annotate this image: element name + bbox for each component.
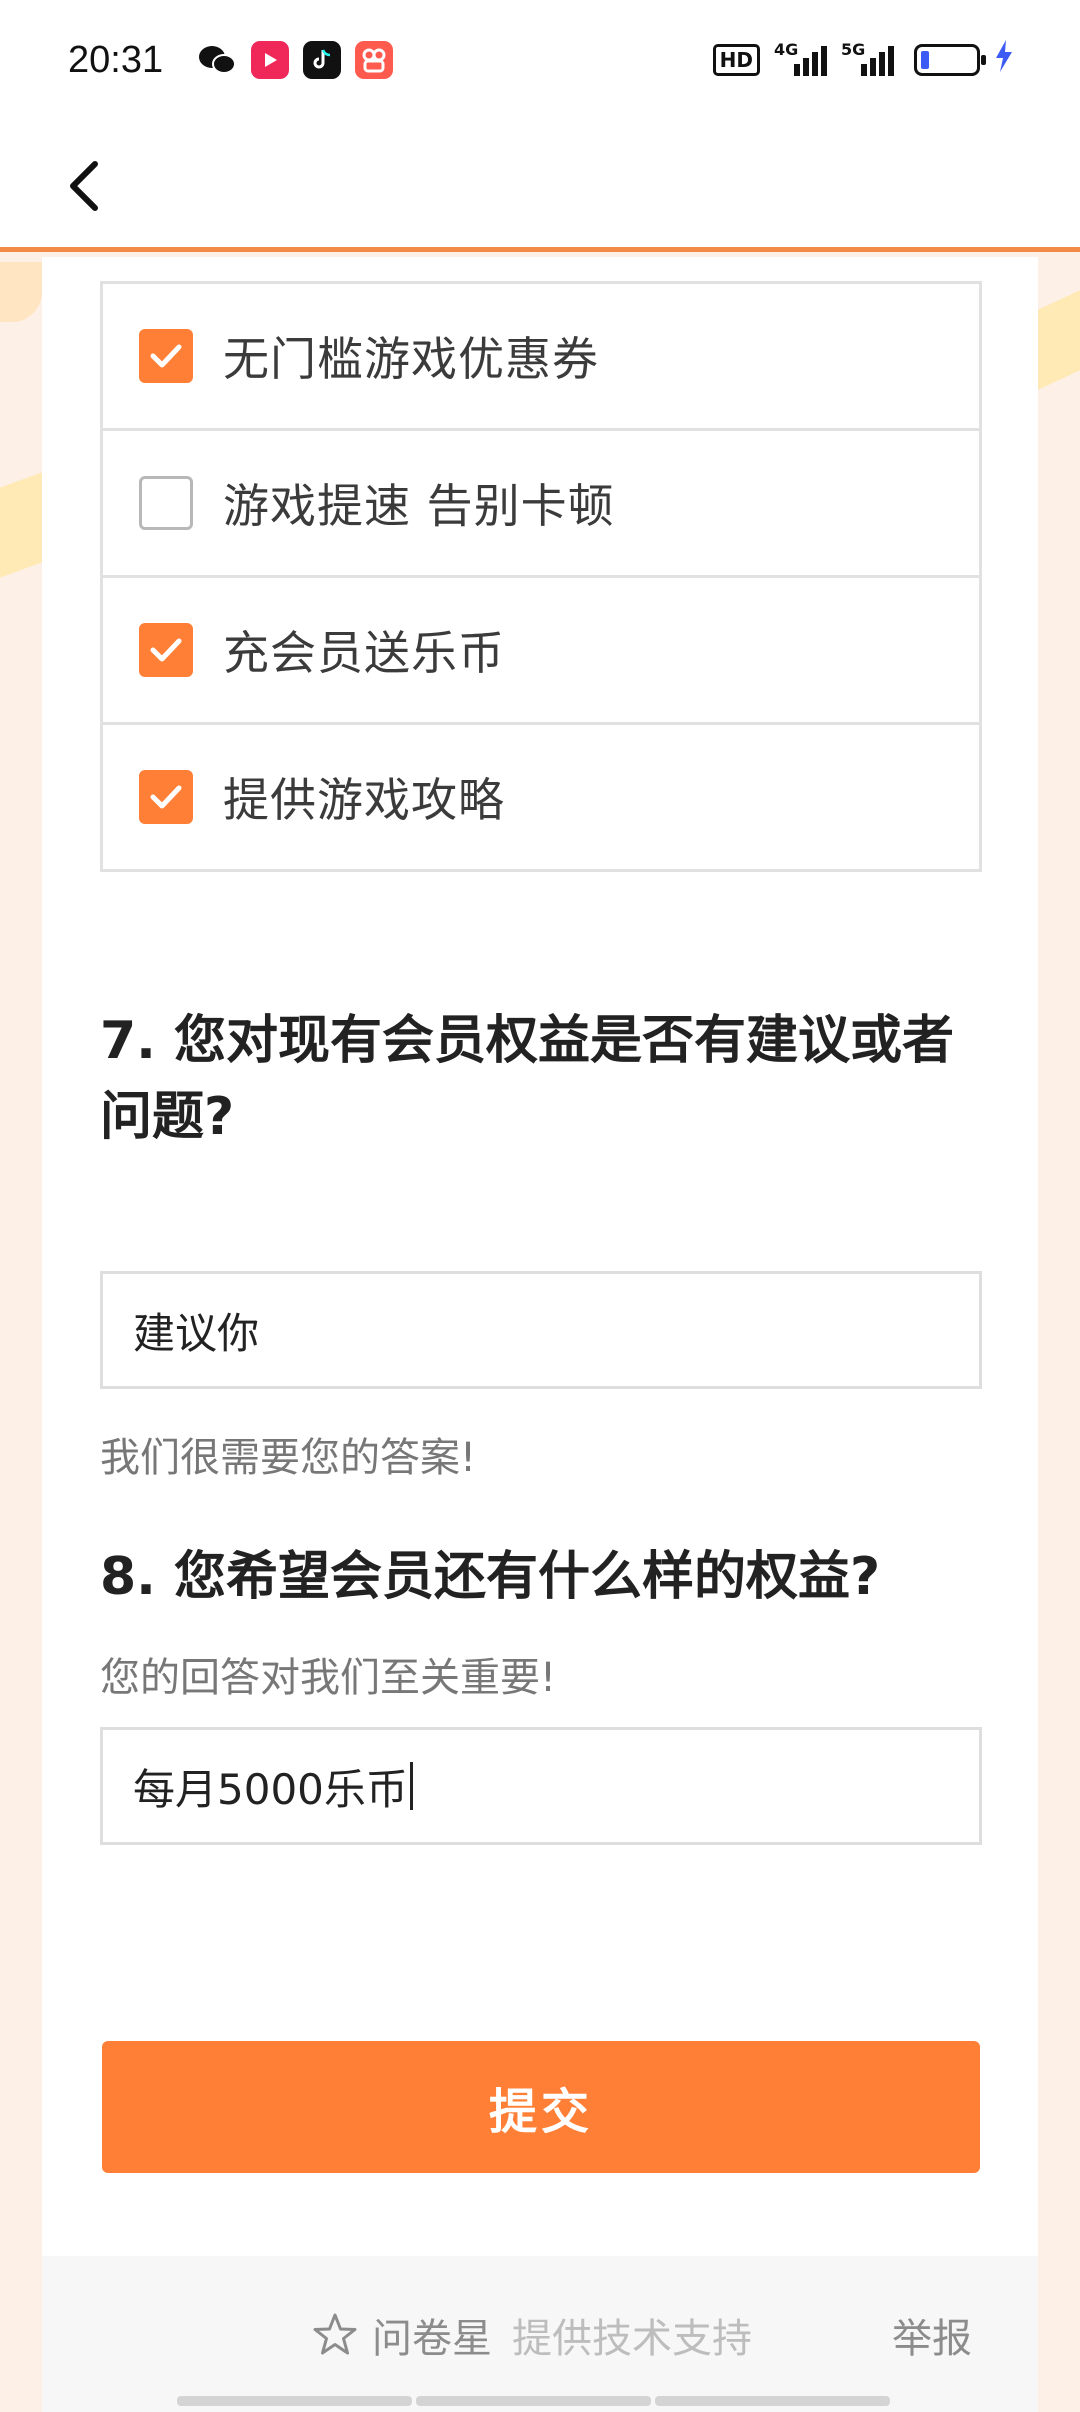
report-link[interactable]: 举报	[892, 2306, 972, 2364]
footer: 问卷星 提供技术支持 举报	[42, 2256, 1038, 2412]
checkbox[interactable]	[139, 770, 193, 824]
decoration-shape	[0, 262, 42, 322]
question8-title: 8. 您希望会员还有什么样的权益?	[100, 1547, 881, 1607]
checkbox[interactable]	[139, 623, 193, 677]
tiktok-icon	[303, 41, 342, 79]
option-row[interactable]: 充会员送乐币	[103, 575, 979, 722]
status-time: 20:31	[68, 38, 164, 81]
signal-4g-icon: 4G	[774, 40, 827, 76]
decoration-shape	[0, 472, 42, 578]
video-app-icon	[251, 41, 290, 79]
status-bar: 20:31 HD 4G 5G	[0, 0, 1080, 120]
chevron-left-icon	[70, 161, 98, 211]
footer-brand[interactable]: 问卷星 提供技术支持	[312, 2306, 752, 2364]
network-label-5g: 5G	[841, 40, 866, 59]
hd-badge: HD	[712, 44, 760, 76]
checkbox[interactable]	[139, 476, 193, 530]
notification-icons	[197, 41, 394, 79]
checkmark-icon	[150, 638, 182, 662]
signal-5g-icon: 5G	[841, 40, 894, 76]
question8-answer-input[interactable]: 每月5000乐币	[100, 1727, 982, 1845]
option-row[interactable]: 游戏提速 告别卡顿	[103, 428, 979, 575]
wechat-icon	[197, 41, 237, 79]
option-label: 游戏提速 告别卡顿	[223, 479, 615, 533]
status-indicators: HD 4G 5G	[712, 40, 1014, 80]
back-button[interactable]	[50, 148, 120, 224]
option-label: 充会员送乐币	[223, 626, 505, 680]
option-label: 提供游戏攻略	[223, 773, 505, 827]
kuaishou-icon	[355, 41, 394, 79]
scroll-indicator	[177, 2396, 412, 2406]
question7-answer-input[interactable]: 建议你	[100, 1271, 982, 1389]
text-caret	[409, 1762, 413, 1810]
network-label-4g: 4G	[774, 40, 799, 59]
battery-icon	[914, 44, 986, 76]
checkmark-icon	[150, 785, 182, 809]
survey-card: 无门槛游戏优惠券 游戏提速 告别卡顿 充会员送乐币 提供游戏攻略 7. 您对现有…	[42, 257, 1038, 2412]
nav-bar	[0, 120, 1080, 252]
scroll-indicator	[655, 2396, 890, 2406]
question7-title: 7. 您对现有会员权益是否有建议或者问题?	[100, 1011, 955, 1147]
decoration-shape	[1038, 290, 1080, 390]
question6-options: 无门槛游戏优惠券 游戏提速 告别卡顿 充会员送乐币 提供游戏攻略	[100, 281, 982, 872]
option-row[interactable]: 提供游戏攻略	[103, 722, 979, 869]
checkmark-icon	[150, 344, 182, 368]
checkbox[interactable]	[139, 329, 193, 383]
question7-answer-text: 建议你	[133, 1308, 260, 1358]
option-row[interactable]: 无门槛游戏优惠券	[103, 281, 979, 428]
footer-support-text: 提供技术支持	[512, 2316, 752, 2362]
submit-button[interactable]: 提交	[102, 2041, 980, 2173]
question7-hint: 我们很需要您的答案!	[100, 1435, 477, 1481]
question8-hint: 您的回答对我们至关重要!	[100, 1655, 557, 1701]
star-icon	[313, 2313, 357, 2355]
footer-brand-name: 问卷星	[372, 2316, 492, 2362]
charging-icon	[994, 40, 1014, 80]
option-label: 无门槛游戏优惠券	[223, 332, 599, 386]
question8-answer-text: 每月5000乐币	[133, 1764, 408, 1814]
scroll-indicator	[416, 2396, 651, 2406]
